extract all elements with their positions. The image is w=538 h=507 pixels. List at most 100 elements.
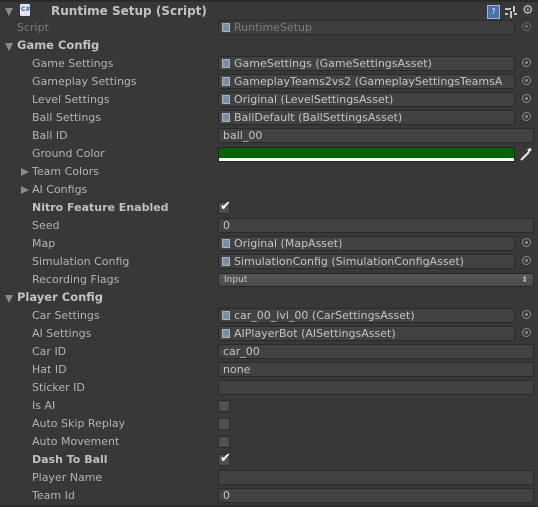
is-ai-row: Is AI <box>0 397 538 415</box>
dash-to-ball-row: Dash To Ball ✔ <box>0 451 538 469</box>
team-id-input[interactable]: 0 <box>218 488 534 503</box>
eyedropper-icon[interactable] <box>519 148 533 162</box>
help-icon[interactable]: ? <box>487 5 500 19</box>
script-asset-icon <box>222 23 230 32</box>
dash-to-ball-label: Dash To Ball <box>32 453 108 466</box>
map-field[interactable]: Original (MapAsset) <box>218 236 515 251</box>
asset-icon <box>222 311 230 320</box>
simulation-config-label: Simulation Config <box>32 255 130 268</box>
auto-skip-replay-row: Auto Skip Replay <box>0 415 538 433</box>
alpha-bar <box>219 158 514 161</box>
ai-settings-row: AI Settings AIPlayerBot (AISettingsAsset… <box>0 325 538 343</box>
component-title: Runtime Setup (Script) <box>51 4 207 18</box>
asset-icon <box>222 95 230 104</box>
script-picker-icon <box>522 22 531 31</box>
game-settings-row: Game Settings GameSettings (GameSettings… <box>0 55 538 73</box>
nitro-row: Nitro Feature Enabled ✔ <box>0 199 538 217</box>
auto-movement-label: Auto Movement <box>32 435 120 448</box>
dash-to-ball-checkbox[interactable]: ✔ <box>218 451 231 466</box>
object-picker-icon[interactable] <box>522 112 531 121</box>
player-config-header[interactable]: Player Config <box>0 289 538 307</box>
ai-configs-fold-arrow[interactable] <box>21 186 29 194</box>
object-picker-icon[interactable] <box>522 58 531 67</box>
ai-settings-label: AI Settings <box>32 327 92 340</box>
gear-icon[interactable]: ⚙ <box>522 3 534 18</box>
is-ai-checkbox[interactable] <box>218 400 230 412</box>
asset-icon <box>222 329 230 338</box>
team-colors-row[interactable]: Team Colors <box>0 163 538 181</box>
dropdown-arrows-icon: ⬍ <box>521 275 528 284</box>
ball-settings-field[interactable]: BallDefault (BallSettingsAsset) <box>218 110 515 125</box>
recording-flags-label: Recording Flags <box>32 273 120 286</box>
ground-color-field[interactable] <box>218 147 515 162</box>
game-config-fold-arrow[interactable] <box>5 43 13 51</box>
game-config-header[interactable]: Game Config <box>0 37 538 55</box>
asset-icon <box>222 257 230 266</box>
player-config-fold-arrow[interactable] <box>5 295 13 303</box>
component-header[interactable]: C# Runtime Setup (Script) ? ⚙ <box>0 2 538 20</box>
car-id-row: Car ID car_00 <box>0 343 538 361</box>
level-settings-label: Level Settings <box>32 93 110 106</box>
check-icon: ✔ <box>220 451 231 466</box>
simulation-config-field[interactable]: SimulationConfig (SimulationConfigAsset) <box>218 254 515 269</box>
object-picker-icon[interactable] <box>522 94 531 103</box>
gameplay-settings-field[interactable]: GameplayTeams2vs2 (GameplaySettingsTeams… <box>218 74 515 89</box>
level-settings-row: Level Settings Original (LevelSettingsAs… <box>0 91 538 109</box>
seed-input[interactable]: 0 <box>218 218 534 233</box>
gameplay-settings-label: Gameplay Settings <box>32 75 137 88</box>
presets-icon[interactable] <box>505 6 517 18</box>
seed-row: Seed 0 <box>0 217 538 235</box>
simulation-config-row: Simulation Config SimulationConfig (Simu… <box>0 253 538 271</box>
level-settings-field[interactable]: Original (LevelSettingsAsset) <box>218 92 515 107</box>
csharp-script-icon: C# <box>20 4 30 16</box>
auto-skip-replay-label: Auto Skip Replay <box>32 417 126 430</box>
object-picker-icon[interactable] <box>522 238 531 247</box>
map-row: Map Original (MapAsset) <box>0 235 538 253</box>
object-picker-icon[interactable] <box>522 310 531 319</box>
asset-icon <box>222 239 230 248</box>
ball-settings-label: Ball Settings <box>32 111 102 124</box>
car-id-label: Car ID <box>32 345 67 358</box>
script-field: RuntimeSetup <box>218 20 515 35</box>
hat-id-input[interactable]: none <box>218 362 534 377</box>
hat-id-label: Hat ID <box>32 363 67 376</box>
sticker-id-input[interactable] <box>218 380 534 395</box>
sticker-id-label: Sticker ID <box>32 381 85 394</box>
car-settings-label: Car Settings <box>32 309 100 322</box>
nitro-label: Nitro Feature Enabled <box>32 201 169 214</box>
object-picker-icon[interactable] <box>522 256 531 265</box>
object-picker-icon[interactable] <box>522 328 531 337</box>
car-settings-row: Car Settings car_00_lvl_00 (CarSettingsA… <box>0 307 538 325</box>
team-colors-fold-arrow[interactable] <box>21 168 29 176</box>
script-label: Script <box>17 21 49 34</box>
asset-icon <box>222 77 230 86</box>
component-fold-arrow[interactable] <box>5 8 13 16</box>
map-label: Map <box>32 237 56 250</box>
ball-settings-row: Ball Settings BallDefault (BallSettingsA… <box>0 109 538 127</box>
ball-id-label: Ball ID <box>32 129 68 142</box>
ai-configs-row[interactable]: AI Configs <box>0 181 538 199</box>
sticker-id-row: Sticker ID <box>0 379 538 397</box>
script-row: Script RuntimeSetup <box>0 19 538 37</box>
auto-movement-checkbox[interactable] <box>218 436 230 448</box>
player-name-row: Player Name <box>0 469 538 487</box>
team-id-label: Team Id <box>32 489 75 502</box>
ball-id-row: Ball ID ball_00 <box>0 127 538 145</box>
team-id-row: Team Id 0 <box>0 487 538 505</box>
recording-flags-dropdown[interactable]: Input ⬍ <box>218 273 534 287</box>
player-name-input[interactable] <box>218 470 534 485</box>
auto-skip-replay-checkbox[interactable] <box>218 418 230 430</box>
car-id-input[interactable]: car_00 <box>218 344 534 359</box>
ground-color-row: Ground Color <box>0 145 538 163</box>
ai-settings-field[interactable]: AIPlayerBot (AISettingsAsset) <box>218 326 515 341</box>
game-settings-label: Game Settings <box>32 57 114 70</box>
ball-id-input[interactable]: ball_00 <box>218 128 534 143</box>
asset-icon <box>222 113 230 122</box>
car-settings-field[interactable]: car_00_lvl_00 (CarSettingsAsset) <box>218 308 515 323</box>
player-name-label: Player Name <box>32 471 103 484</box>
seed-label: Seed <box>32 219 60 232</box>
object-picker-icon[interactable] <box>522 76 531 85</box>
game-settings-field[interactable]: GameSettings (GameSettingsAsset) <box>218 56 515 71</box>
nitro-checkbox[interactable]: ✔ <box>218 199 231 214</box>
gameplay-settings-row: Gameplay Settings GameplayTeams2vs2 (Gam… <box>0 73 538 91</box>
